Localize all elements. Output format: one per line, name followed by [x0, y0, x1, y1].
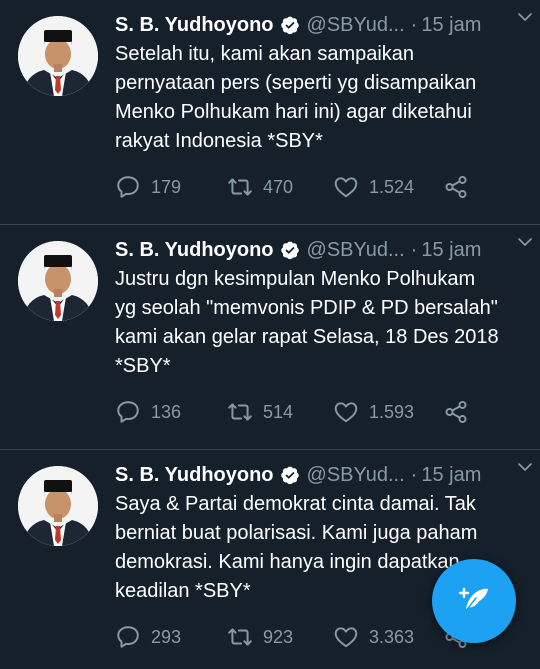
chevron-down-icon[interactable] [516, 233, 534, 251]
author-name[interactable]: S. B. Yudhoyono [115, 464, 274, 487]
tweet-header: S. B. Yudhoyono @SBYud... · 15 jam [115, 233, 525, 267]
retweet-button[interactable]: 514 [227, 397, 293, 427]
retweet-count: 923 [263, 626, 294, 647]
author-handle[interactable]: @SBYud... [307, 14, 405, 37]
verified-badge-icon [280, 240, 300, 260]
share-button[interactable] [443, 172, 469, 202]
verified-badge-icon [280, 15, 300, 35]
tweet[interactable]: S. B. Yudhoyono @SBYud... · 15 jam Justr… [0, 225, 540, 450]
retweet-icon [228, 178, 252, 196]
tweet-text: Setelah itu, kami akan sampaikan pernyat… [115, 43, 477, 152]
separator-dot: · [410, 238, 418, 261]
reply-count: 179 [151, 176, 182, 197]
chevron-down-icon[interactable] [516, 458, 534, 476]
separator-dot: · [410, 463, 418, 486]
reply-icon [117, 401, 139, 423]
like-count: 1.593 [369, 401, 415, 422]
tweet[interactable]: S. B. Yudhoyono @SBYud... · 15 jam Setel… [0, 0, 540, 225]
like-button[interactable]: 3.363 [333, 622, 414, 652]
like-count: 1.524 [369, 176, 415, 197]
share-icon [445, 175, 467, 199]
tweet-actions: 136 514 1.593 [115, 397, 535, 427]
avatar[interactable] [18, 16, 98, 96]
reply-icon [117, 176, 139, 198]
timestamp[interactable]: 15 jam [421, 464, 481, 487]
reply-button[interactable]: 179 [115, 172, 181, 202]
author-name[interactable]: S. B. Yudhoyono [115, 239, 274, 262]
timestamp[interactable]: 15 jam [421, 239, 481, 262]
retweet-count: 514 [263, 401, 294, 422]
retweet-button[interactable]: 923 [227, 622, 293, 652]
author-handle[interactable]: @SBYud... [307, 464, 405, 487]
share-icon [445, 400, 467, 424]
retweet-icon [228, 403, 252, 421]
reply-icon [117, 626, 139, 648]
avatar[interactable] [18, 466, 98, 546]
retweet-count: 470 [263, 176, 294, 197]
tweet-header: S. B. Yudhoyono @SBYud... · 15 jam [115, 8, 525, 42]
like-button[interactable]: 1.524 [333, 172, 414, 202]
reply-count: 136 [151, 401, 182, 422]
tweet-header: S. B. Yudhoyono @SBYud... · 15 jam [115, 458, 525, 492]
heart-icon [334, 177, 358, 198]
retweet-icon [228, 628, 252, 646]
reply-button[interactable]: 293 [115, 622, 181, 652]
author-name[interactable]: S. B. Yudhoyono [115, 14, 274, 37]
like-button[interactable]: 1.593 [333, 397, 414, 427]
avatar[interactable] [18, 241, 98, 321]
retweet-button[interactable]: 470 [227, 172, 293, 202]
heart-icon [334, 627, 358, 648]
compose-tweet-button[interactable] [432, 559, 516, 643]
chevron-down-icon[interactable] [516, 8, 534, 26]
like-count: 3.363 [369, 626, 415, 647]
heart-icon [334, 402, 358, 423]
reply-count: 293 [151, 626, 182, 647]
compose-feather-icon [458, 587, 488, 613]
reply-button[interactable]: 136 [115, 397, 181, 427]
tweet-text: Justru dgn kesimpulan Menko Polhukam yg … [115, 268, 499, 377]
verified-badge-icon [280, 465, 300, 485]
author-handle[interactable]: @SBYud... [307, 239, 405, 262]
timestamp[interactable]: 15 jam [421, 14, 481, 37]
separator-dot: · [410, 13, 418, 36]
tweet-actions: 179 470 1.524 [115, 172, 535, 202]
share-button[interactable] [443, 397, 469, 427]
